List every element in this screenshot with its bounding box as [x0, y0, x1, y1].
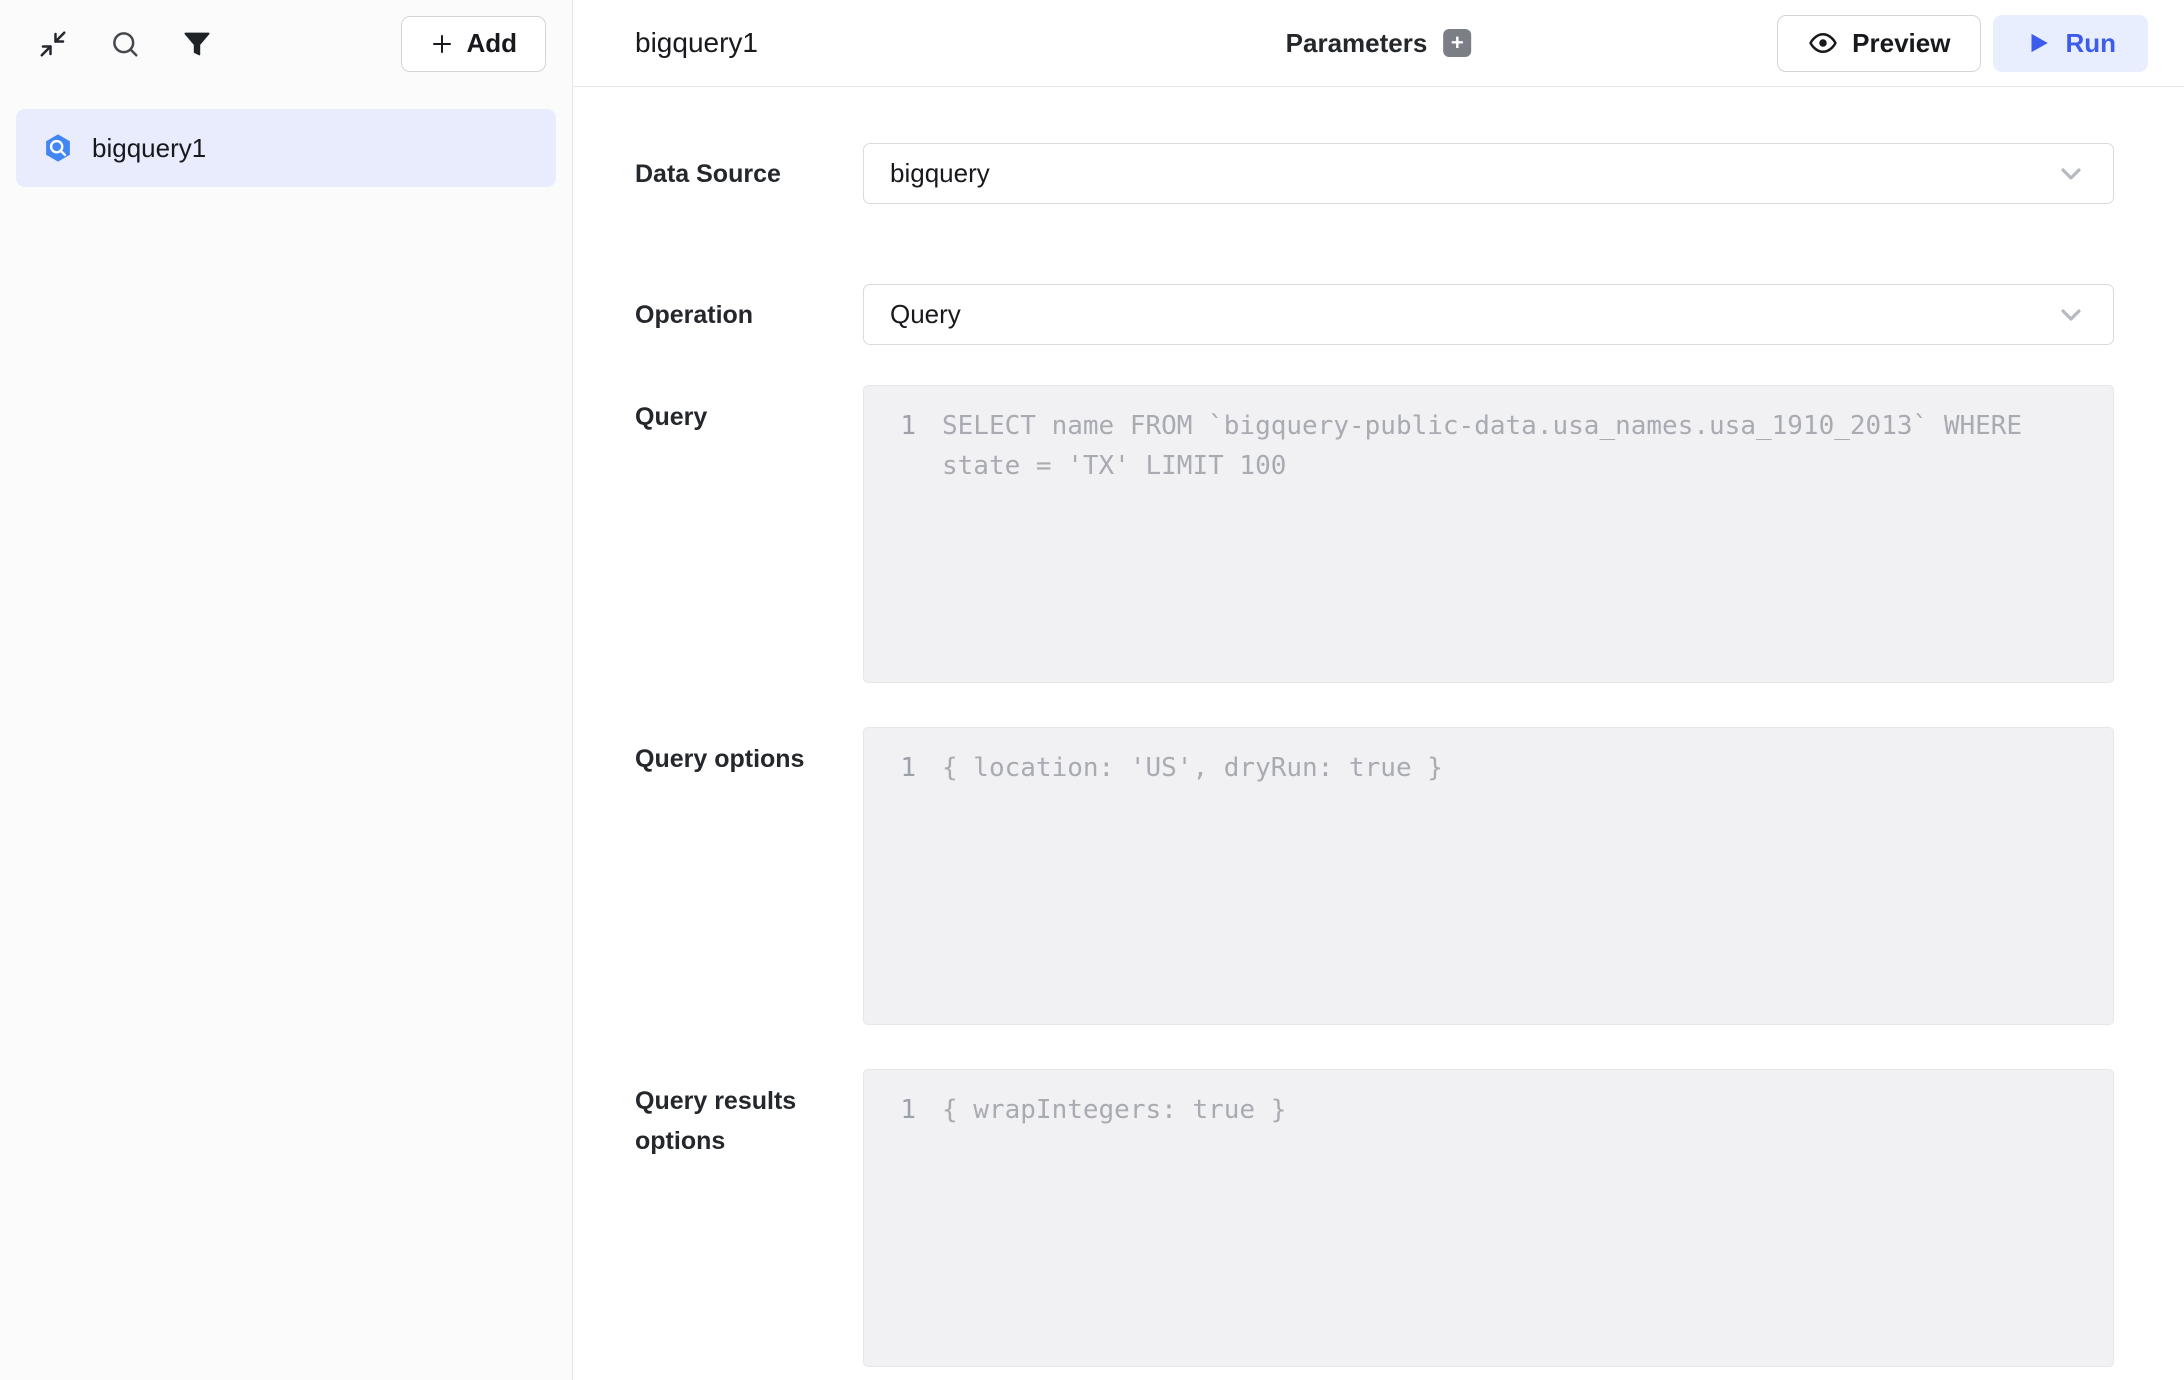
- query-code-editor[interactable]: 1 SELECT name FROM `bigquery-public-data…: [863, 385, 2114, 683]
- filter-button[interactable]: [178, 25, 216, 63]
- line-number: 1: [864, 406, 942, 446]
- line-number: 1: [864, 1090, 942, 1130]
- query-sidebar: Add bigquery1: [0, 0, 573, 1380]
- query-options-label: Query options: [635, 727, 863, 779]
- query-results-options-placeholder-text: { wrapIntegers: true }: [942, 1090, 1286, 1130]
- data-source-row: Data Source bigquery: [635, 143, 2114, 204]
- add-button-label: Add: [466, 28, 517, 59]
- operation-row: Operation Query: [635, 284, 2114, 345]
- plus-icon: [430, 32, 454, 56]
- query-results-options-editor[interactable]: 1 { wrapIntegers: true }: [863, 1069, 2114, 1367]
- collapse-panel-button[interactable]: [34, 25, 72, 63]
- preview-button-label: Preview: [1852, 28, 1950, 59]
- filter-icon: [183, 30, 211, 58]
- add-query-button[interactable]: Add: [401, 16, 546, 72]
- operation-select[interactable]: Query: [863, 284, 2114, 345]
- header-actions: Preview Run: [1777, 15, 2148, 72]
- query-row: Query 1 SELECT name FROM `bigquery-publi…: [635, 385, 2114, 683]
- data-source-label: Data Source: [635, 154, 863, 194]
- run-button-label: Run: [2065, 28, 2116, 59]
- query-list: bigquery1: [0, 87, 572, 209]
- operation-label: Operation: [635, 295, 863, 335]
- query-results-options-row: Query results options 1 { wrapIntegers: …: [635, 1069, 2114, 1367]
- parameters-label: Parameters: [1286, 28, 1428, 59]
- line-number: 1: [864, 748, 942, 788]
- play-icon: [2025, 30, 2051, 56]
- bigquery-icon: [42, 132, 74, 164]
- data-source-select[interactable]: bigquery: [863, 143, 2114, 204]
- chevron-down-icon: [2055, 299, 2087, 331]
- search-icon: [110, 29, 140, 59]
- query-results-options-label: Query results options: [635, 1069, 863, 1161]
- run-button[interactable]: Run: [1993, 15, 2148, 72]
- eye-icon: [1808, 28, 1838, 58]
- preview-button[interactable]: Preview: [1777, 15, 1981, 72]
- query-list-item-bigquery1[interactable]: bigquery1: [16, 109, 556, 187]
- query-label: Query: [635, 385, 863, 437]
- query-editor-header: bigquery1 Parameters + Preview: [573, 0, 2184, 87]
- collapse-icon: [38, 29, 68, 59]
- query-item-label: bigquery1: [92, 133, 206, 164]
- parameters-group: Parameters +: [1286, 28, 1472, 59]
- sidebar-toolbar: Add: [0, 0, 572, 87]
- query-editor-panel: bigquery1 Parameters + Preview: [573, 0, 2184, 1380]
- query-options-editor[interactable]: 1 { location: 'US', dryRun: true }: [863, 727, 2114, 1025]
- data-source-value: bigquery: [890, 158, 990, 189]
- query-form: Data Source bigquery Operation Query: [573, 87, 2184, 1380]
- operation-value: Query: [890, 299, 961, 330]
- query-title: bigquery1: [635, 27, 758, 59]
- search-button[interactable]: [106, 25, 144, 63]
- add-parameter-button[interactable]: +: [1443, 29, 1471, 57]
- query-options-row: Query options 1 { location: 'US', dryRun…: [635, 727, 2114, 1025]
- chevron-down-icon: [2055, 158, 2087, 190]
- query-placeholder-text: SELECT name FROM `bigquery-public-data.u…: [942, 406, 2087, 486]
- query-options-placeholder-text: { location: 'US', dryRun: true }: [942, 748, 1443, 788]
